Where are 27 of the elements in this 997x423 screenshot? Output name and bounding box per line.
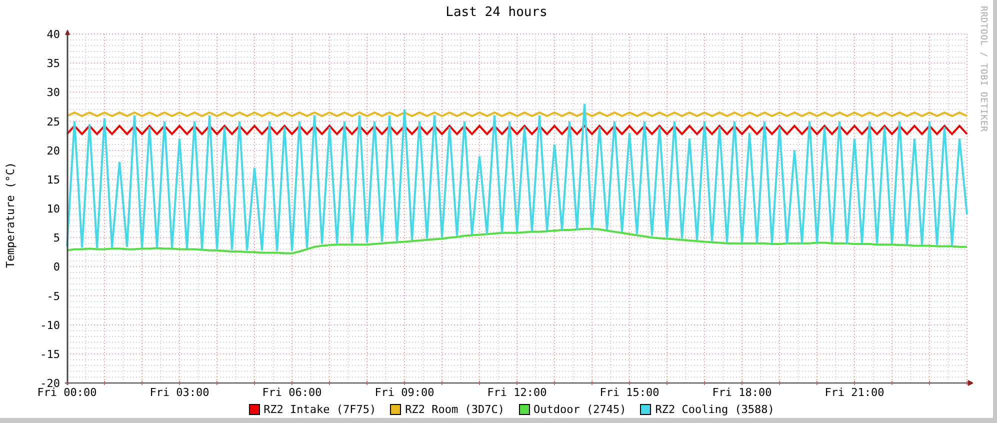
legend-label: Outdoor (2745) [534, 402, 626, 416]
x-tick-label: Fri 06:00 [262, 386, 322, 399]
y-tick-label: 10 [46, 202, 60, 216]
y-tick-label: 35 [46, 57, 60, 70]
x-tick-label: Fri 09:00 [374, 386, 434, 399]
y-tick-label: 20 [46, 144, 60, 158]
credit-text: RRDTOOL / TOBI OETIKER [978, 6, 988, 134]
x-tick-label: Fri 15:00 [600, 386, 660, 399]
chart-title: Last 24 hours [446, 5, 548, 20]
legend-label: RZ2 Room (3D7C) [405, 402, 504, 416]
y-tick-label: -10 [40, 318, 60, 332]
x-tick-label: Fri 00:00 [37, 386, 97, 399]
y-axis-title: Temperature (°C) [4, 162, 16, 268]
y-tick-label: 5 [53, 232, 60, 245]
x-tick-label: Fri 21:00 [824, 386, 884, 399]
legend-label: RZ2 Intake (7F75) [264, 402, 376, 416]
y-tick-label: 0 [53, 260, 60, 274]
y-tick-label: -5 [46, 290, 60, 303]
y-tick-label: -15 [40, 348, 60, 361]
x-tick-label: Fri 03:00 [150, 386, 210, 399]
y-tick-label: 15 [46, 173, 60, 186]
x-tick-label: Fri 18:00 [712, 386, 772, 399]
legend-label: RZ2 Cooling (3588) [655, 402, 774, 416]
y-tick-label: 30 [46, 86, 60, 100]
y-tick-label: 25 [46, 115, 60, 128]
x-tick-label: Fri 12:00 [487, 386, 547, 399]
y-tick-label: 40 [46, 30, 60, 41]
